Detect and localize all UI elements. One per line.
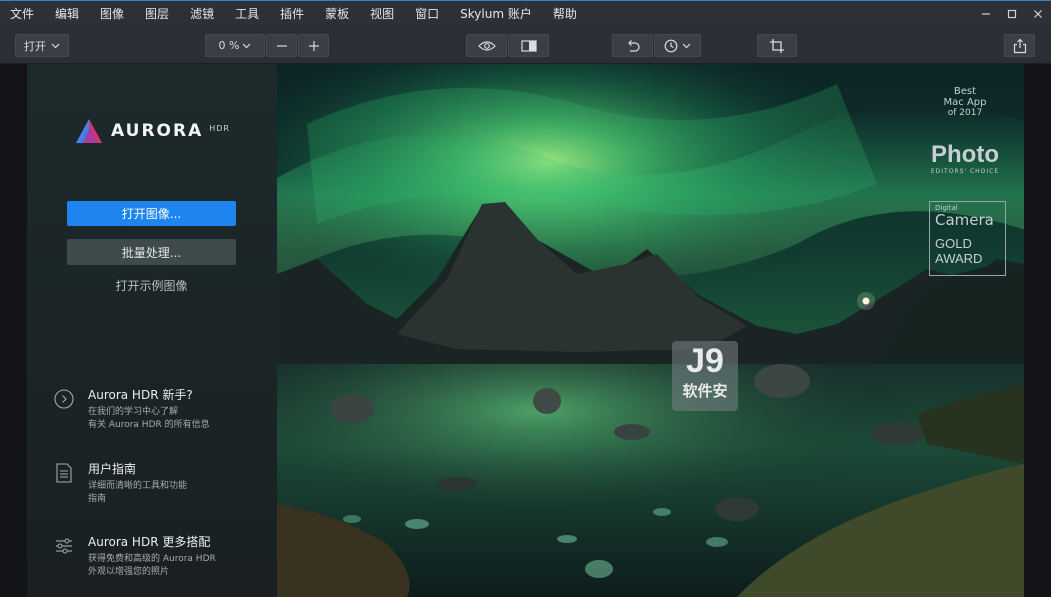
menu-tools[interactable]: 工具 — [225, 1, 270, 27]
photo-editors-choice-badge: Photo EDITORS' CHOICE — [923, 142, 1007, 178]
menu-image[interactable]: 图像 — [90, 1, 135, 27]
menu-layer[interactable]: 图层 — [135, 1, 180, 27]
zoom-out-button[interactable] — [266, 34, 297, 57]
batch-processing-button[interactable]: 批量处理... — [67, 239, 236, 265]
chevron-down-icon — [682, 43, 691, 48]
award-best-line2: Mac App — [943, 97, 987, 108]
watermark-text: 软件安 — [682, 382, 728, 400]
crop-button[interactable] — [757, 34, 797, 57]
menu-bar: 文件 编辑 图像 图层 滤镜 工具 插件 蒙板 视图 窗口 Skylum 账户 … — [0, 0, 1051, 27]
award-photo-sub: EDITORS' CHOICE — [930, 168, 1000, 175]
digital-camera-gold-award-badge: Digital Camera GOLD AWARD — [929, 201, 1006, 276]
more-looks-item[interactable]: Aurora HDR 更多搭配 获得免费和高级的 Aurora HDR 外观以增… — [53, 533, 216, 579]
award-best-line3: of 2017 — [947, 108, 983, 118]
split-view-icon — [520, 39, 537, 52]
learning-center-item[interactable]: Aurora HDR 新手? 在我们的学习中心了解 有关 Aurora HDR … — [53, 386, 210, 432]
undo-icon — [627, 40, 640, 52]
user-guide-title: 用户指南 — [88, 462, 137, 476]
watermark-logo: J9 — [686, 342, 724, 380]
open-dropdown-button[interactable]: 打开 — [15, 34, 69, 57]
sliders-icon — [56, 538, 72, 554]
preview-button[interactable] — [466, 34, 507, 57]
chevron-down-icon — [243, 43, 251, 48]
play-circle-icon — [54, 389, 74, 409]
user-guide-item[interactable]: 用户指南 详细而清晰的工具和功能 指南 — [53, 460, 187, 506]
chevron-down-icon — [51, 43, 60, 48]
menu-view[interactable]: 视图 — [360, 1, 405, 27]
minus-icon — [276, 44, 287, 47]
document-icon — [56, 463, 72, 483]
plus-icon — [308, 40, 319, 51]
logo-wordmark: AURORA — [111, 121, 204, 141]
menu-file[interactable]: 文件 — [0, 1, 45, 27]
right-margin — [1024, 64, 1051, 597]
award-photo-word: Photo — [931, 141, 999, 168]
award-camera: Camera — [935, 211, 994, 229]
aurora-logo-icon — [76, 119, 102, 143]
share-icon — [1013, 38, 1026, 53]
award-gold: GOLD — [935, 236, 972, 251]
workspace: AURORA HDR 打开图像... 批量处理... 打开示例图像 Aurora… — [0, 64, 1051, 597]
left-margin — [0, 64, 27, 597]
menu-plugins[interactable]: 插件 — [270, 1, 315, 27]
toolbar: 打开 0 % — [0, 27, 1051, 64]
menu-edit[interactable]: 编辑 — [45, 1, 90, 27]
learning-center-desc-1: 在我们的学习中心了解 — [88, 407, 179, 417]
zoom-in-button[interactable] — [298, 34, 329, 57]
award-award: AWARD — [935, 251, 983, 266]
open-sample-image-link[interactable]: 打开示例图像 — [67, 277, 236, 294]
undo-button[interactable] — [612, 34, 653, 57]
close-icon[interactable] — [1025, 1, 1051, 27]
more-looks-desc-2: 外观以增强您的照片 — [88, 567, 170, 577]
menu-help[interactable]: 帮助 — [543, 1, 588, 27]
learning-center-title: Aurora HDR 新手? — [88, 388, 193, 402]
menu-filter[interactable]: 滤镜 — [180, 1, 225, 27]
minimize-icon[interactable] — [973, 1, 999, 27]
learning-center-desc-2: 有关 Aurora HDR 的所有信息 — [88, 420, 210, 430]
aurora-landscape-image — [277, 64, 1024, 597]
aurora-logo: AURORA HDR — [75, 118, 230, 144]
watermark: J9 软件安 — [672, 341, 738, 411]
user-guide-desc-2: 指南 — [88, 494, 107, 504]
best-mac-app-badge: Best Mac App of 2017 — [925, 86, 1005, 120]
award-best-line1: Best — [953, 86, 977, 97]
more-looks-desc-1: 获得免费和高级的 Aurora HDR — [88, 554, 216, 564]
user-guide-desc-1: 详细而清晰的工具和功能 — [88, 481, 188, 491]
menu-skylum-account[interactable]: Skylum 账户 — [450, 1, 543, 27]
share-button[interactable] — [1004, 34, 1035, 57]
compare-button[interactable] — [508, 34, 549, 57]
menu-window[interactable]: 窗口 — [405, 1, 450, 27]
zoom-value: 0 % — [218, 39, 240, 52]
welcome-panel: AURORA HDR 打开图像... 批量处理... 打开示例图像 Aurora… — [27, 64, 277, 597]
maximize-icon[interactable] — [999, 1, 1025, 27]
logo-subtitle: HDR — [209, 123, 230, 133]
menu-mask[interactable]: 蒙板 — [315, 1, 360, 27]
zoom-dropdown[interactable]: 0 % — [205, 34, 265, 57]
open-label: 打开 — [24, 39, 46, 53]
eye-icon — [477, 40, 496, 51]
open-image-button[interactable]: 打开图像... — [67, 201, 236, 226]
clock-icon — [664, 39, 678, 52]
crop-icon — [770, 38, 784, 53]
photo-canvas: Best Mac App of 2017 Photo EDITORS' CHOI… — [277, 64, 1024, 597]
history-button[interactable] — [654, 34, 701, 57]
more-looks-title: Aurora HDR 更多搭配 — [88, 535, 211, 549]
